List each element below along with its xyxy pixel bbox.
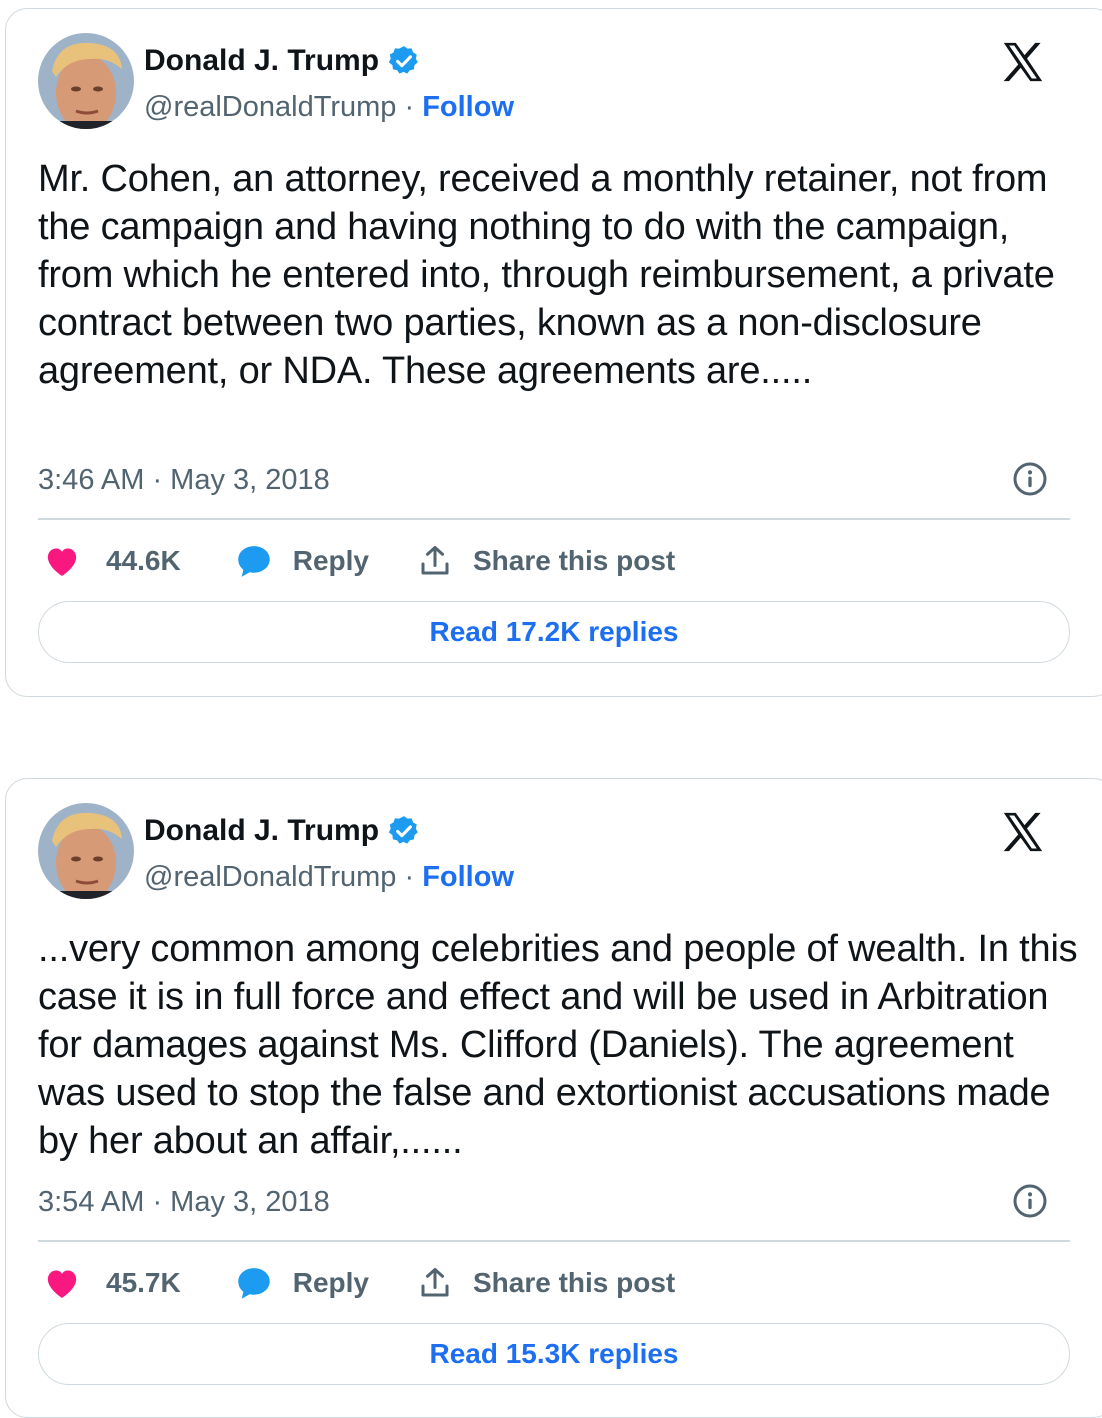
- avatar[interactable]: [38, 803, 134, 899]
- tweet-card: Donald J. Trump @realDonaldTrump · Follo…: [5, 8, 1102, 697]
- timestamp[interactable]: 3:46 AM · May 3, 2018: [38, 462, 330, 498]
- divider: [38, 518, 1070, 520]
- action-bar: 44.6K Reply Share this post: [42, 539, 675, 583]
- author-name-row: Donald J. Trump: [144, 813, 421, 849]
- handle-row: @realDonaldTrump · Follow: [144, 89, 514, 125]
- like-button[interactable]: 45.7K: [42, 1263, 181, 1303]
- reply-label: Reply: [292, 545, 369, 576]
- x-logo-icon[interactable]: [1000, 809, 1046, 855]
- x-logo-icon[interactable]: [1000, 39, 1046, 85]
- author-name-row: Donald J. Trump: [144, 43, 421, 79]
- share-upload-icon: [421, 546, 449, 575]
- speech-bubble-icon: [237, 1268, 270, 1299]
- separator-dot: ·: [396, 861, 423, 893]
- author-handle[interactable]: @realDonaldTrump: [144, 861, 396, 893]
- read-replies-button[interactable]: Read 15.3K replies: [38, 1323, 1070, 1385]
- like-count: 44.6K: [106, 545, 181, 576]
- follow-button[interactable]: Follow: [422, 861, 514, 893]
- separator-dot: ·: [396, 91, 423, 123]
- author-name[interactable]: Donald J. Trump: [144, 813, 379, 849]
- action-bar: 45.7K Reply Share this post: [42, 1261, 675, 1305]
- author-name[interactable]: Donald J. Trump: [144, 43, 379, 79]
- heart-icon: [47, 548, 77, 576]
- info-icon[interactable]: [1012, 1183, 1048, 1219]
- avatar[interactable]: [38, 33, 134, 129]
- handle-row: @realDonaldTrump · Follow: [144, 859, 514, 895]
- share-upload-icon: [421, 1268, 449, 1297]
- tweet-text: ...very common among celebrities and peo…: [38, 928, 1078, 1162]
- share-button[interactable]: Share this post: [417, 1265, 675, 1301]
- like-count: 45.7K: [106, 1267, 181, 1298]
- reply-button[interactable]: Reply: [233, 540, 369, 582]
- speech-bubble-icon: [237, 546, 270, 577]
- divider: [38, 1240, 1070, 1242]
- reply-button[interactable]: Reply: [233, 1262, 369, 1304]
- share-button[interactable]: Share this post: [417, 543, 675, 579]
- read-replies-button[interactable]: Read 17.2K replies: [38, 601, 1070, 663]
- info-icon[interactable]: [1012, 461, 1048, 497]
- tweet-card: Donald J. Trump @realDonaldTrump · Follo…: [5, 778, 1102, 1418]
- timestamp[interactable]: 3:54 AM · May 3, 2018: [38, 1184, 330, 1220]
- follow-button[interactable]: Follow: [422, 91, 514, 123]
- verified-badge-icon: [388, 46, 418, 74]
- share-label: Share this post: [472, 1267, 676, 1298]
- verified-badge-icon: [388, 816, 418, 844]
- like-button[interactable]: 44.6K: [42, 541, 181, 581]
- reply-label: Reply: [292, 1267, 369, 1298]
- share-label: Share this post: [472, 545, 676, 576]
- tweet-text: Mr. Cohen, an attorney, received a month…: [38, 158, 1055, 392]
- author-handle[interactable]: @realDonaldTrump: [144, 91, 396, 123]
- heart-icon: [47, 1270, 77, 1298]
